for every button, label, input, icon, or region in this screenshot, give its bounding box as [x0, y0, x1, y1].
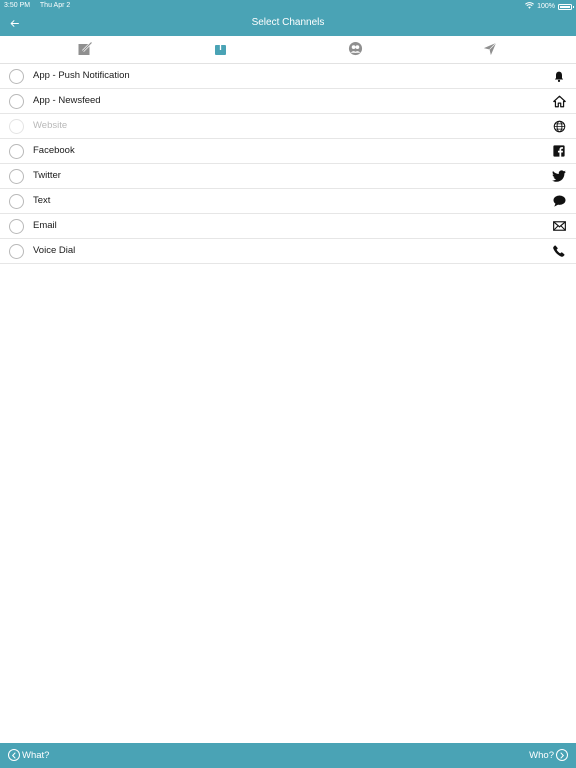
page-title: Select Channels — [251, 17, 325, 28]
chevron-right-circle-icon — [556, 749, 568, 761]
tab-compose[interactable] — [75, 41, 95, 62]
channel-radio[interactable] — [9, 69, 24, 84]
channel-label: App - Push Notification — [33, 70, 130, 81]
globe-icon — [552, 119, 566, 133]
chat-bubble-icon — [552, 194, 566, 208]
battery-icon — [558, 3, 574, 10]
select-channels-screen: 3:50 PM Thu Apr 2 100% Select Channels A… — [0, 0, 576, 768]
step-tab-bar — [0, 38, 576, 64]
twitter-icon — [552, 169, 566, 183]
nav-bar: Select Channels — [0, 12, 576, 36]
channel-row-website: Website — [0, 114, 576, 139]
footer-nav: What? Who? — [0, 743, 576, 768]
share-icon — [214, 41, 227, 61]
status-bar: 3:50 PM Thu Apr 2 100% — [0, 0, 576, 12]
channel-label: Voice Dial — [33, 245, 76, 256]
channel-label: Twitter — [33, 170, 61, 181]
battery-percent: 100% — [537, 3, 555, 10]
channel-list: App - Push Notification App - Newsfeed W… — [0, 64, 576, 264]
channel-row-text[interactable]: Text — [0, 189, 576, 214]
channel-row-email[interactable]: Email — [0, 214, 576, 239]
next-step-label: Who? — [529, 749, 554, 761]
send-icon — [483, 42, 497, 61]
wifi-icon — [525, 2, 535, 11]
channel-label: App - Newsfeed — [33, 95, 101, 106]
envelope-icon — [552, 219, 566, 233]
header: 3:50 PM Thu Apr 2 100% Select Channels — [0, 0, 576, 36]
tab-audience[interactable] — [345, 41, 365, 61]
channel-row-twitter[interactable]: Twitter — [0, 164, 576, 189]
battery-fill — [560, 5, 570, 8]
channel-radio[interactable] — [9, 244, 24, 259]
previous-step-label: What? — [22, 749, 50, 761]
channel-row-voice-dial[interactable]: Voice Dial — [0, 239, 576, 264]
next-step-button[interactable]: Who? — [529, 749, 568, 761]
chevron-left-circle-icon — [8, 749, 20, 761]
channel-label: Website — [33, 120, 68, 131]
compose-icon — [77, 41, 93, 62]
audience-icon — [348, 41, 363, 61]
channel-radio[interactable] — [9, 219, 24, 234]
status-date: Thu Apr 2 — [39, 2, 71, 9]
phone-icon — [552, 244, 566, 258]
channel-label: Facebook — [33, 145, 75, 156]
channel-row-newsfeed[interactable]: App - Newsfeed — [0, 89, 576, 114]
previous-step-button[interactable]: What? — [8, 749, 49, 761]
channel-radio — [9, 119, 24, 134]
channel-radio[interactable] — [9, 169, 24, 184]
facebook-icon — [552, 144, 566, 158]
channel-radio[interactable] — [9, 94, 24, 109]
tab-send[interactable] — [480, 42, 500, 60]
channel-label: Email — [33, 220, 57, 231]
tab-share[interactable] — [210, 41, 230, 61]
channel-row-facebook[interactable]: Facebook — [0, 139, 576, 164]
status-time: 3:50 PM — [4, 2, 31, 9]
channel-radio[interactable] — [9, 194, 24, 209]
bell-icon — [552, 69, 566, 83]
channel-row-push-notification[interactable]: App - Push Notification — [0, 64, 576, 89]
channel-label: Text — [33, 195, 51, 206]
channel-radio[interactable] — [9, 144, 24, 159]
home-icon — [552, 94, 566, 108]
